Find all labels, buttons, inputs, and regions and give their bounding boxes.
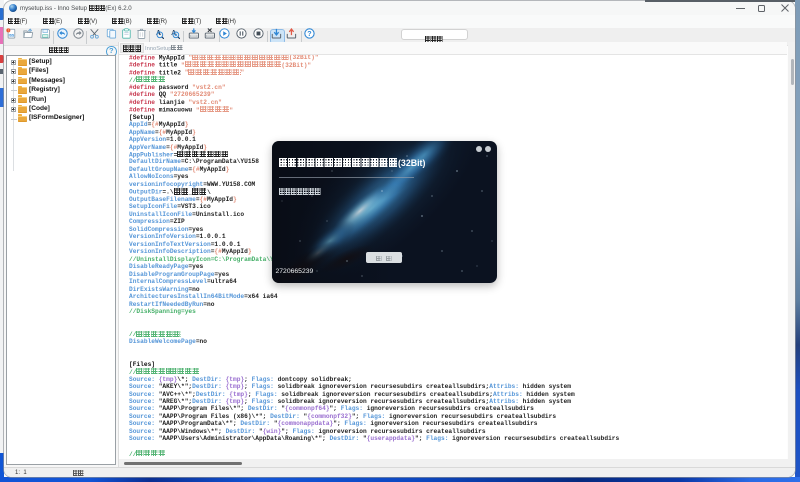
svg-text:ISS: ISS: [9, 33, 15, 37]
svg-text:?: ?: [307, 30, 311, 38]
svg-text:!: !: [8, 29, 9, 33]
